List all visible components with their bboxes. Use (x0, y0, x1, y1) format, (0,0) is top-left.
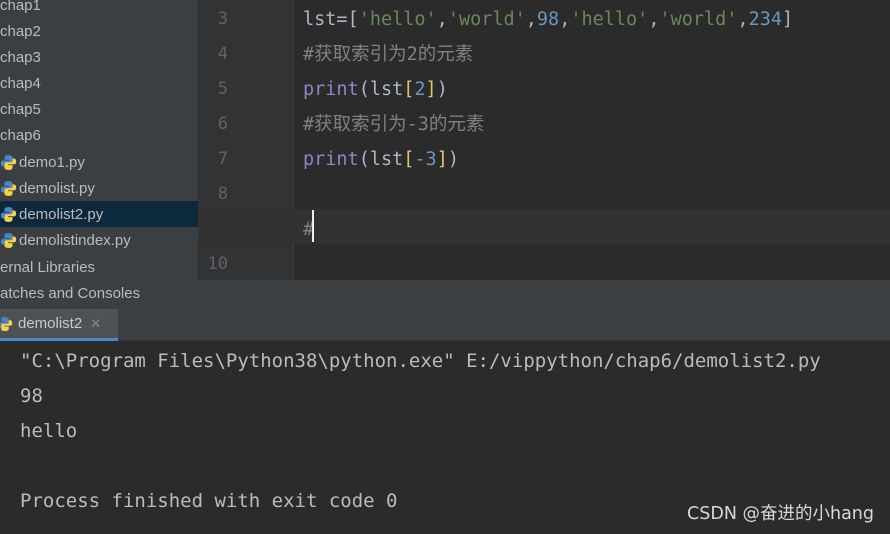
code-token: 'hello' (570, 9, 649, 30)
sidebar-item-label: atches and Consoles (0, 284, 141, 302)
code-token: lst (303, 9, 337, 30)
code-token: 'hello' (358, 9, 437, 30)
code-token: (lst (358, 149, 404, 170)
sidebar-item-label: chap4 (0, 74, 41, 92)
line-number: 8 (217, 184, 228, 204)
sidebar-item-label: demolistindex.py (19, 231, 131, 249)
project-tree: chap1 chap2 chap3 chap4 chap5 chap6 demo1.py de… (0, 0, 198, 309)
sidebar-item-chap2[interactable]: chap2 (0, 18, 198, 44)
python-file-icon (0, 232, 17, 248)
python-file-icon (0, 180, 17, 196)
sidebar-item-atches-and-consoles[interactable]: atches and Consoles (0, 280, 198, 306)
code-line[interactable]: lst=['hello','world',98,'hello','world',… (303, 2, 793, 37)
code-token: print (303, 149, 359, 170)
sidebar-item-demolistindex-py[interactable]: demolistindex.py (0, 227, 198, 253)
code-token: 'world' (659, 9, 738, 30)
current-line-highlight (198, 209, 890, 244)
code-token: ) (447, 149, 459, 170)
python-file-icon (0, 206, 17, 222)
line-number: 4 (217, 44, 228, 64)
code-token: , (559, 9, 571, 30)
sidebar-item-label: demolist2.py (19, 205, 104, 223)
code-token: 'world' (447, 9, 526, 30)
run-tab-label: demolist2 (18, 315, 83, 332)
sidebar-item-chap5[interactable]: chap5 (0, 96, 198, 122)
sidebar-item-label: chap1 (0, 0, 41, 14)
code-token: , (648, 9, 660, 30)
code-token: print (303, 79, 359, 100)
run-console[interactable]: "C:\Program Files\Python38\python.exe" E… (0, 341, 890, 534)
run-tab-demolist2[interactable]: demolist2 ✕ (0, 309, 118, 341)
run-tool-window-header: demolist2 ✕ (0, 309, 890, 341)
sidebar-item-chap1[interactable]: chap1 (0, 0, 198, 18)
sidebar-item-chap3[interactable]: chap3 (0, 44, 198, 70)
python-file-icon (0, 154, 17, 170)
watermark: CSDN @奋进的小hang (687, 504, 874, 524)
code-token: ] (436, 149, 448, 170)
sidebar-item-label: chap6 (0, 126, 41, 144)
code-editor[interactable]: 345678910 lst=['hello','world',98,'hello… (198, 0, 890, 309)
sidebar-item-demolist2-py[interactable]: demolist2.py (0, 201, 198, 227)
code-token: = (336, 9, 348, 30)
sidebar-item-label: demo1.py (19, 153, 85, 171)
code-token: , (737, 9, 749, 30)
console-line: Process finished with exit code 0 (20, 490, 398, 512)
code-token: , (436, 9, 448, 30)
code-line[interactable]: print(lst[-3]) (303, 142, 459, 177)
code-token: [ (347, 9, 359, 30)
sidebar-item-chap4[interactable]: chap4 (0, 70, 198, 96)
code-line[interactable]: #获取索引为2的元素 (303, 37, 473, 72)
sidebar-item-chap6[interactable]: chap6 (0, 122, 198, 148)
console-line: hello (20, 420, 78, 442)
code-token: -3 (414, 149, 437, 170)
code-token: , (525, 9, 537, 30)
code-token: [ (403, 149, 415, 170)
code-line[interactable]: #获取索引为-3的元素 (303, 107, 484, 142)
sidebar-item-label: ernal Libraries (0, 258, 96, 276)
sidebar-item-demolist-py[interactable]: demolist.py (0, 175, 198, 201)
console-line: 98 (20, 385, 43, 407)
editor-bottom-area (198, 280, 890, 309)
code-token: ] (781, 9, 794, 30)
line-number: 6 (217, 114, 228, 134)
line-number: 3 (217, 9, 228, 29)
sidebar-item-label: demolist.py (19, 179, 95, 197)
text-caret (312, 210, 314, 242)
code-line[interactable]: print(lst[2]) (303, 72, 448, 107)
line-number: 10 (207, 254, 228, 274)
code-token: (lst (358, 79, 404, 100)
python-icon (0, 316, 13, 331)
sidebar-item-label: chap5 (0, 100, 41, 118)
code-token: ) (436, 79, 448, 100)
code-token: ] (425, 79, 437, 100)
code-token: #获取索引为2的元素 (303, 44, 474, 65)
sidebar-item-ernal-libraries[interactable]: ernal Libraries (0, 254, 198, 280)
line-number: 5 (217, 79, 228, 99)
code-token: [ (403, 79, 415, 100)
sidebar-item-label: chap3 (0, 48, 41, 66)
line-number: 7 (217, 149, 228, 169)
console-line: "C:\Program Files\Python38\python.exe" E… (20, 350, 821, 372)
sidebar-item-demo1-py[interactable]: demo1.py (0, 149, 198, 175)
code-token: 98 (536, 9, 560, 30)
code-token: #获取索引为-3的元素 (303, 114, 485, 135)
code-token: 234 (748, 9, 782, 30)
code-token: 2 (414, 79, 426, 100)
sidebar-item-label: chap2 (0, 22, 41, 40)
close-icon[interactable]: ✕ (90, 316, 101, 332)
